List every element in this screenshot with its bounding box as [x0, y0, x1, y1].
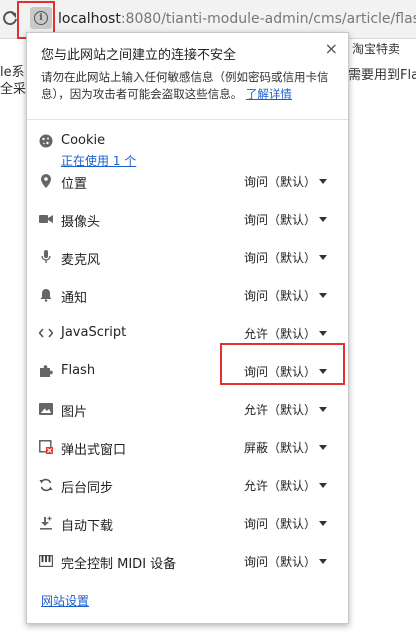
permission-label: JavaScript [61, 325, 127, 340]
bell-icon [39, 288, 53, 302]
permission-label: 弹出式窗口 [61, 443, 127, 458]
permission-row-images: 图片 允许（默认） [27, 399, 348, 421]
piano-icon [39, 554, 53, 568]
close-icon[interactable]: × [325, 39, 338, 58]
permission-select[interactable]: 询问（默认） [244, 249, 316, 266]
location-pin-icon [39, 174, 53, 188]
permission-select[interactable]: 询问（默认） [244, 553, 316, 570]
permission-select[interactable]: 询问（默认） [244, 211, 316, 228]
cookie-row: Cookie [27, 131, 348, 153]
cookie-in-use-link[interactable]: 正在使用 1 个 [61, 152, 136, 169]
cookie-icon [39, 134, 53, 148]
url-field[interactable]: localhost:8080/tianti-module-admin/cms/a… [58, 10, 416, 28]
permission-row-microphone: 麦克风 询问（默认） [27, 247, 348, 269]
chevron-down-icon[interactable] [319, 483, 327, 488]
permission-label: 通知 [61, 291, 88, 306]
cookie-label: Cookie [61, 133, 106, 148]
chevron-down-icon[interactable] [319, 331, 327, 336]
download-icon [39, 516, 53, 530]
permission-select[interactable]: 询问（默认） [244, 173, 316, 190]
popup-description: 请勿在此网站上输入任何敏感信息（例如密码或信用卡信息），因为攻击者可能会盗取这些… [41, 69, 341, 103]
camera-icon [39, 212, 53, 226]
permission-label: 麦克风 [61, 253, 101, 268]
sync-icon [39, 478, 53, 492]
permission-select[interactable]: 询问（默认） [244, 287, 316, 304]
popup-title: 您与此网站之间建立的连接不安全 [41, 48, 237, 63]
chevron-down-icon[interactable] [319, 407, 327, 412]
permission-row-background-sync: 后台同步 允许（默认） [27, 475, 348, 497]
chevron-down-icon[interactable] [319, 179, 327, 184]
image-icon [39, 402, 53, 416]
permission-select[interactable]: 屏蔽（默认） [244, 439, 316, 456]
popup-window-icon [39, 440, 53, 454]
reload-icon[interactable] [2, 9, 18, 27]
chevron-down-icon[interactable] [319, 559, 327, 564]
chevron-down-icon[interactable] [319, 521, 327, 526]
permission-label: 后台同步 [61, 481, 114, 496]
site-settings-link[interactable]: 网站设置 [41, 592, 89, 609]
permission-label: 完全控制 MIDI 设备 [61, 557, 177, 572]
page-text-right: 需要用到Fla [348, 68, 416, 83]
chevron-down-icon[interactable] [319, 293, 327, 298]
permission-label: Flash [61, 363, 96, 378]
permission-select[interactable]: 允许（默认） [244, 401, 316, 418]
chevron-down-icon[interactable] [319, 255, 327, 260]
learn-more-link[interactable]: 了解详情 [246, 87, 292, 101]
bookmark-item[interactable]: 淘宝特卖 [352, 40, 400, 57]
microphone-icon [39, 250, 53, 264]
permission-select[interactable]: 询问（默认） [244, 515, 316, 532]
permission-row-auto-download: 自动下载 询问（默认） [27, 513, 348, 535]
permission-row-location: 位置 询问（默认） [27, 171, 348, 193]
permission-label: 自动下载 [61, 519, 114, 534]
url-host: localhost [58, 11, 121, 27]
code-icon [39, 326, 53, 340]
chevron-down-icon[interactable] [319, 445, 327, 450]
puzzle-icon [39, 364, 53, 378]
permission-label: 摄像头 [61, 215, 101, 230]
permission-row-javascript: JavaScript 允许（默认） [27, 323, 348, 345]
divider [27, 119, 348, 120]
permission-row-popups: 弹出式窗口 屏蔽（默认） [27, 437, 348, 459]
permission-label: 图片 [61, 405, 88, 420]
highlight-box-flash-select [220, 343, 345, 385]
permission-select[interactable]: 允许（默认） [244, 477, 316, 494]
permission-row-camera: 摄像头 询问（默认） [27, 209, 348, 231]
url-path: :8080/tianti-module-admin/cms/article/fl… [120, 11, 416, 27]
permission-label: 位置 [61, 177, 88, 192]
chevron-down-icon[interactable] [319, 217, 327, 222]
permission-select[interactable]: 允许（默认） [244, 325, 316, 342]
permission-row-notifications: 通知 询问（默认） [27, 285, 348, 307]
permission-row-midi: 完全控制 MIDI 设备 询问（默认） [27, 551, 348, 573]
site-info-popup: 您与此网站之间建立的连接不安全 × 请勿在此网站上输入任何敏感信息（例如密码或信… [26, 32, 349, 624]
